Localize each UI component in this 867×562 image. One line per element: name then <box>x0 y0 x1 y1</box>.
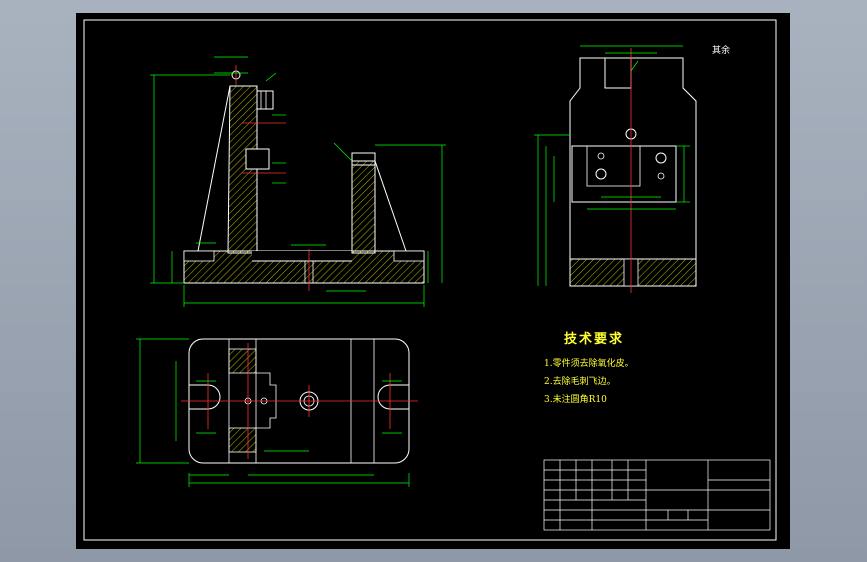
front-view-right-column <box>351 160 376 254</box>
drawing-sheet: 其余 技术要求 1.零件须去除氧化皮。 2.去除毛刺飞边。 3.未注圆角R10 <box>76 13 790 549</box>
roughness-note: 其余 <box>712 46 731 56</box>
top-view-dimensions <box>136 338 410 487</box>
tech-requirements-title: 技术要求 <box>564 332 625 347</box>
side-view <box>534 45 697 293</box>
side-view-outline <box>569 57 697 287</box>
tech-requirement-2: 2.去除毛刺飞边。 <box>544 377 616 387</box>
cad-drawing <box>83 19 777 541</box>
tech-requirement-1: 1.零件须去除氧化皮。 <box>544 359 634 369</box>
tech-requirement-3: 3.未注圆角R10 <box>544 395 607 405</box>
title-block <box>543 459 771 531</box>
side-view-dimensions <box>534 45 690 286</box>
top-view <box>136 338 418 487</box>
front-view <box>150 56 446 307</box>
